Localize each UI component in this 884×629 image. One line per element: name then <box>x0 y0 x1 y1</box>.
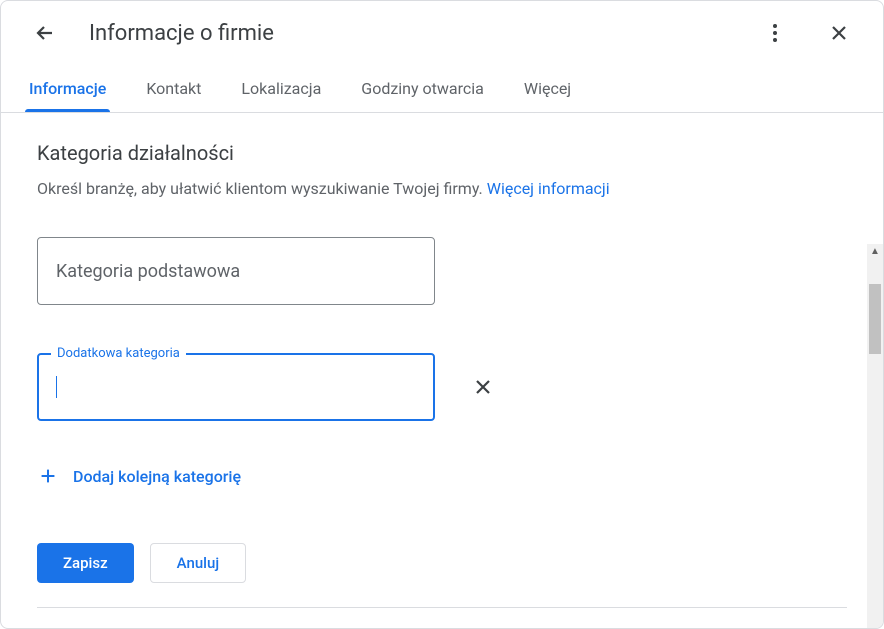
tab-godziny-otwarcia[interactable]: Godziny otwarcia <box>345 65 500 112</box>
cancel-button[interactable]: Anuluj <box>150 543 246 583</box>
section-description: Określ branżę, aby ułatwić klientom wysz… <box>37 177 847 201</box>
tab-wiecej[interactable]: Więcej <box>508 65 587 112</box>
save-button[interactable]: Zapisz <box>37 543 134 583</box>
section-title: Kategoria działalności <box>37 141 847 165</box>
scroll-up-arrow[interactable]: ▲ <box>870 246 880 256</box>
more-vert-icon <box>763 21 787 45</box>
tab-informacje[interactable]: Informacje <box>25 65 110 112</box>
dialog-header: Informacje o firmie <box>1 1 883 65</box>
tab-lokalizacja[interactable]: Lokalizacja <box>225 65 337 112</box>
add-category-button[interactable]: Dodaj kolejną kategorię <box>37 461 241 491</box>
remove-category-button[interactable] <box>463 367 503 407</box>
arrow-left-icon <box>33 21 57 45</box>
secondary-category-label: Dodatkowa kategoria <box>51 346 186 361</box>
tabs-bar: Informacje Kontakt Lokalizacja Godziny o… <box>1 65 883 113</box>
divider <box>37 607 847 608</box>
close-button[interactable] <box>819 13 859 53</box>
business-info-dialog: Informacje o firmie Informacje Kontakt L… <box>0 0 884 629</box>
scrollbar[interactable]: ▲ <box>866 244 883 628</box>
close-icon <box>827 21 851 45</box>
primary-category-field[interactable] <box>37 237 435 305</box>
secondary-category-field[interactable]: Dodatkowa kategoria <box>37 353 435 421</box>
content-scroll-area: Kategoria działalności Określ branżę, ab… <box>1 113 883 628</box>
dialog-title: Informacje o firmie <box>89 21 731 46</box>
more-menu-button[interactable] <box>755 13 795 53</box>
primary-category-input[interactable] <box>56 261 416 282</box>
back-button[interactable] <box>25 13 65 53</box>
close-icon <box>471 375 495 399</box>
more-info-link[interactable]: Więcej informacji <box>487 179 610 198</box>
action-buttons: Zapisz Anuluj <box>37 543 847 583</box>
plus-icon <box>37 465 59 487</box>
tab-kontakt[interactable]: Kontakt <box>130 65 217 112</box>
scroll-thumb[interactable] <box>869 284 881 354</box>
